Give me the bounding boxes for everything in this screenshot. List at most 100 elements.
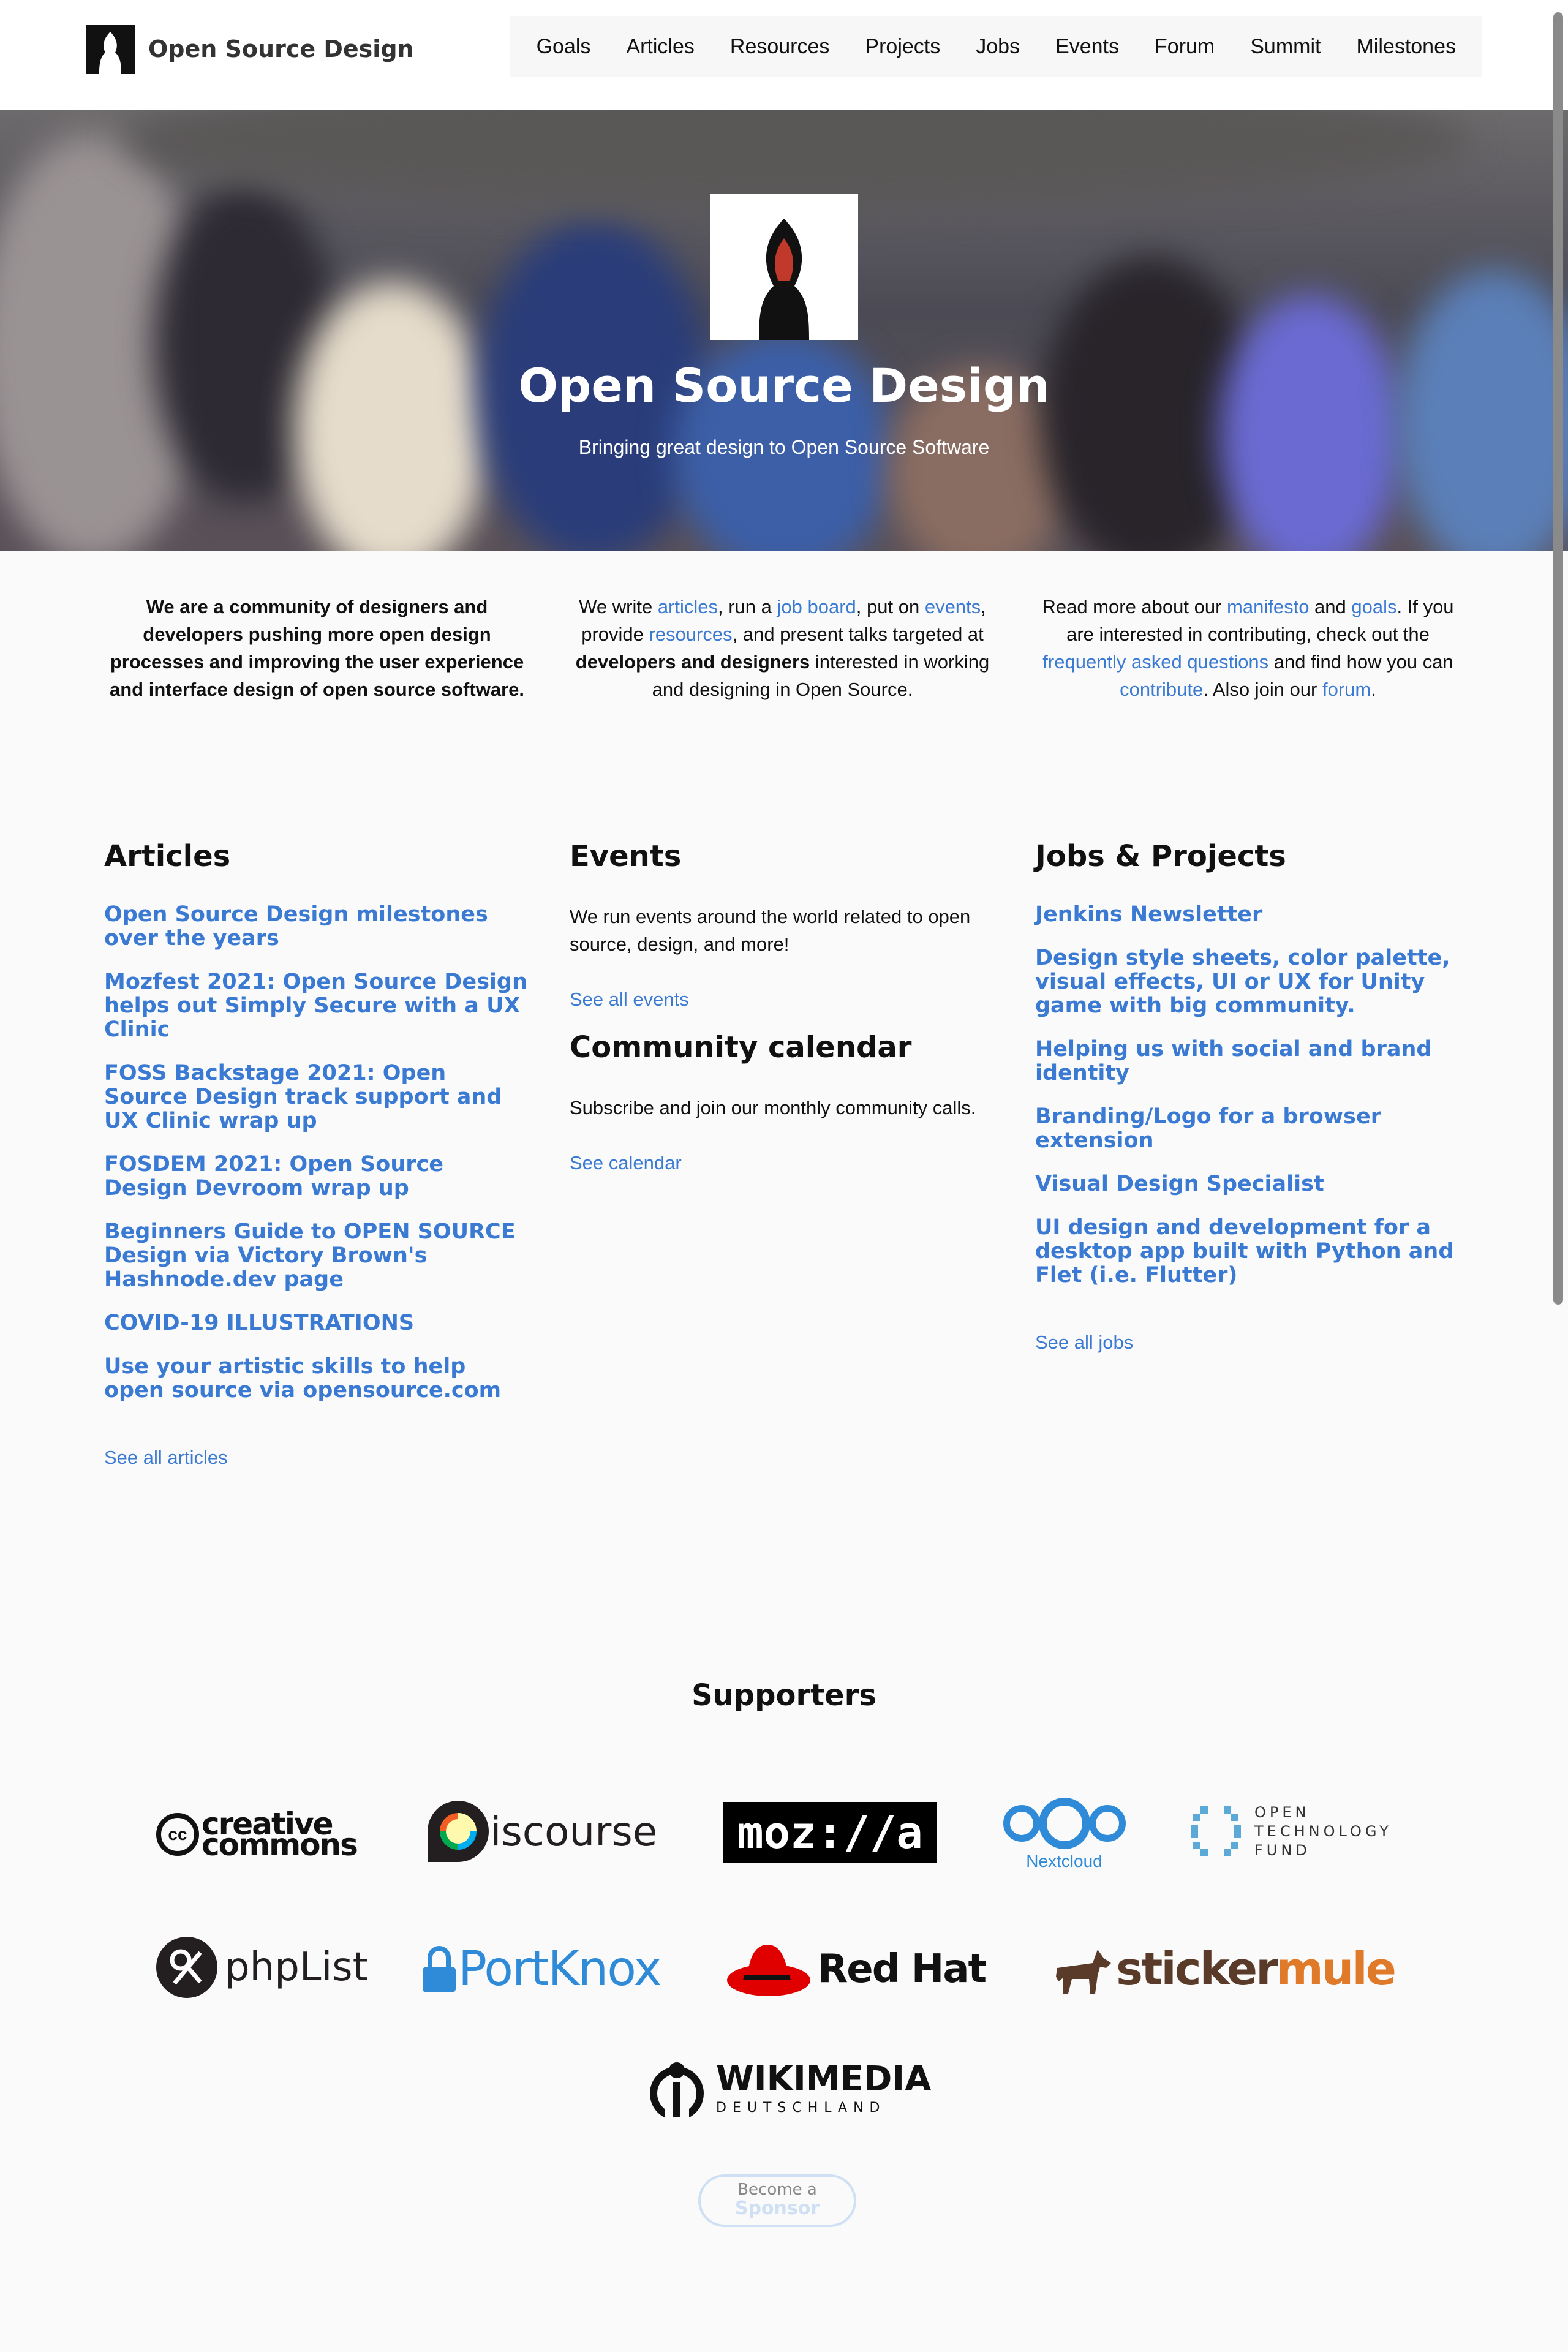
mozilla-text: moz://a [737, 1807, 923, 1858]
nextcloud-logo[interactable]: Nextcloud [1003, 1798, 1126, 1871]
intro-col-3: Read more about our manifesto and goals.… [1032, 593, 1464, 703]
article-link[interactable]: Use your artistic skills to help open so… [104, 1355, 533, 1403]
intro-text: Read more about our [1042, 596, 1227, 617]
article-link[interactable]: Beginners Guide to OPEN SOURCE Design vi… [104, 1220, 533, 1292]
hero-title: Open Source Design [518, 358, 1050, 413]
phplist-badge-icon [156, 1937, 217, 1998]
calendar-description: Subscribe and join our monthly community… [570, 1097, 976, 1118]
intro-col-1: We are a community of designers and deve… [101, 593, 533, 703]
see-all-jobs-link[interactable]: See all jobs [1035, 1332, 1133, 1353]
intro-text: . Also join our [1203, 679, 1322, 700]
article-link[interactable]: Open Source Design milestones over the y… [104, 903, 533, 951]
nav-projects[interactable]: Projects [847, 35, 958, 59]
intro-text: and find how you can [1268, 651, 1453, 673]
nav-jobs[interactable]: Jobs [958, 35, 1038, 59]
nav-summit[interactable]: Summit [1232, 35, 1338, 59]
otf-text-line3: FUND [1254, 1841, 1311, 1859]
discourse-bubble-icon [428, 1801, 489, 1862]
intro-text: . [1371, 679, 1376, 700]
cc-text-line2: commons [202, 1827, 358, 1863]
intro-bold-text: developers and designers [575, 651, 810, 673]
brand-logo-icon [86, 24, 135, 74]
hero-banner: Open Source Design Bringing great design… [0, 110, 1568, 551]
portknox-text: PortKnox [458, 1942, 662, 1997]
red-hat-logo[interactable]: Red Hat [726, 1936, 987, 2003]
open-technology-fund-logo[interactable]: OPEN TECHNOLOGY FUND [1188, 1804, 1392, 1859]
nav-milestones[interactable]: Milestones [1338, 35, 1474, 59]
portknox-logo[interactable]: PortKnox [423, 1942, 662, 1997]
red-hat-icon [727, 1945, 810, 1996]
intro-text: , put on [856, 596, 925, 617]
calendar-heading: Community calendar [570, 1030, 912, 1065]
article-link[interactable]: FOSS Backstage 2021: Open Source Design … [104, 1061, 533, 1133]
hero-subtitle: Bringing great design to Open Source Sof… [578, 436, 990, 458]
otf-bracket-icon [1191, 1806, 1241, 1856]
intro-text: and [1309, 596, 1352, 617]
resources-link[interactable]: resources [649, 624, 733, 645]
red-hat-text: Red Hat [818, 1947, 987, 1992]
article-link[interactable]: FOSDEM 2021: Open Source Design Devroom … [104, 1153, 533, 1200]
see-calendar-link[interactable]: See calendar [570, 1152, 682, 1174]
top-bar: Open Source Design Goals Articles Resour… [0, 0, 1568, 110]
main-nav: Goals Articles Resources Projects Jobs E… [510, 16, 1482, 77]
articles-section: Articles Open Source Design milestones o… [104, 839, 533, 1469]
sticker-text: sticker [1116, 1943, 1278, 1996]
intro-text: , and present talks targeted at [732, 624, 984, 645]
wikimedia-icon [650, 2062, 704, 2119]
hero-logo-icon [710, 194, 858, 340]
job-link[interactable]: Helping us with social and brand identit… [1035, 1038, 1464, 1085]
goals-link[interactable]: goals [1351, 596, 1396, 617]
job-link[interactable]: Visual Design Specialist [1035, 1172, 1464, 1196]
nextcloud-rings-icon [1003, 1798, 1126, 1849]
discourse-logo[interactable]: iscourse [428, 1798, 657, 1865]
stickermule-logo[interactable]: stickermule [1054, 1939, 1396, 2000]
events-section: Events We run events around the world re… [570, 839, 998, 1174]
sponsor-line2: Sponsor [734, 2198, 820, 2219]
see-all-events-link[interactable]: See all events [570, 989, 689, 1010]
brand-link[interactable]: Open Source Design [86, 24, 414, 74]
article-link[interactable]: Mozfest 2021: Open Source Design helps o… [104, 970, 533, 1042]
brand-name: Open Source Design [148, 36, 414, 62]
wikimedia-text: WIKIMEDIA [716, 2059, 932, 2099]
nav-events[interactable]: Events [1038, 35, 1137, 59]
jobs-heading: Jobs & Projects [1035, 839, 1286, 873]
faq-link[interactable]: frequently asked questions [1042, 651, 1268, 673]
intro-text: We write [579, 596, 658, 617]
job-link[interactable]: Design style sheets, color palette, visu… [1035, 946, 1464, 1018]
job-link[interactable]: Jenkins Newsletter [1035, 903, 1464, 927]
events-description: We run events around the world related t… [570, 906, 971, 955]
nav-goals[interactable]: Goals [519, 35, 609, 59]
become-sponsor-button[interactable]: Become a Sponsor [698, 2174, 856, 2227]
articles-heading: Articles [104, 839, 231, 873]
events-heading: Events [570, 839, 682, 873]
mule-text: mule [1276, 1943, 1396, 1996]
events-link[interactable]: events [925, 596, 981, 617]
jobs-section: Jobs & Projects Jenkins Newsletter Desig… [1035, 839, 1464, 1354]
sponsor-line1: Become a [737, 2180, 817, 2199]
intro-community-text: We are a community of designers and deve… [110, 596, 524, 700]
forum-link[interactable]: forum [1322, 679, 1371, 700]
intro-col-2: We write articles, run a job board, put … [567, 593, 998, 703]
phplist-logo[interactable]: phpList [156, 1936, 368, 1999]
mule-icon [1056, 1950, 1111, 1994]
wikimedia-deutschland-logo[interactable]: WIKIMEDIA DEUTSCHLAND [646, 2055, 931, 2122]
job-link[interactable]: UI design and development for a desktop … [1035, 1216, 1464, 1287]
nav-resources[interactable]: Resources [712, 35, 848, 59]
see-all-articles-link[interactable]: See all articles [104, 1447, 228, 1468]
deutschland-text: DEUTSCHLAND [716, 2100, 886, 2116]
nav-articles[interactable]: Articles [608, 35, 712, 59]
nav-forum[interactable]: Forum [1137, 35, 1232, 59]
job-link[interactable]: Branding/Logo for a browser extension [1035, 1105, 1464, 1153]
hero-photo-blur [1219, 294, 1403, 551]
contribute-link[interactable]: contribute [1120, 679, 1203, 700]
article-link[interactable]: COVID-19 ILLUSTRATIONS [104, 1311, 533, 1335]
portknox-lock-icon [423, 1946, 456, 1992]
creative-commons-logo[interactable]: cc creative commons [156, 1804, 358, 1865]
page-scrollbar[interactable] [1553, 12, 1563, 1305]
mozilla-logo[interactable]: moz://a [723, 1802, 937, 1863]
articles-link[interactable]: articles [658, 596, 718, 617]
manifesto-link[interactable]: manifesto [1227, 596, 1309, 617]
intro-text: , run a [718, 596, 777, 617]
job-board-link[interactable]: job board [777, 596, 856, 617]
nextcloud-text: Nextcloud [1026, 1852, 1102, 1871]
